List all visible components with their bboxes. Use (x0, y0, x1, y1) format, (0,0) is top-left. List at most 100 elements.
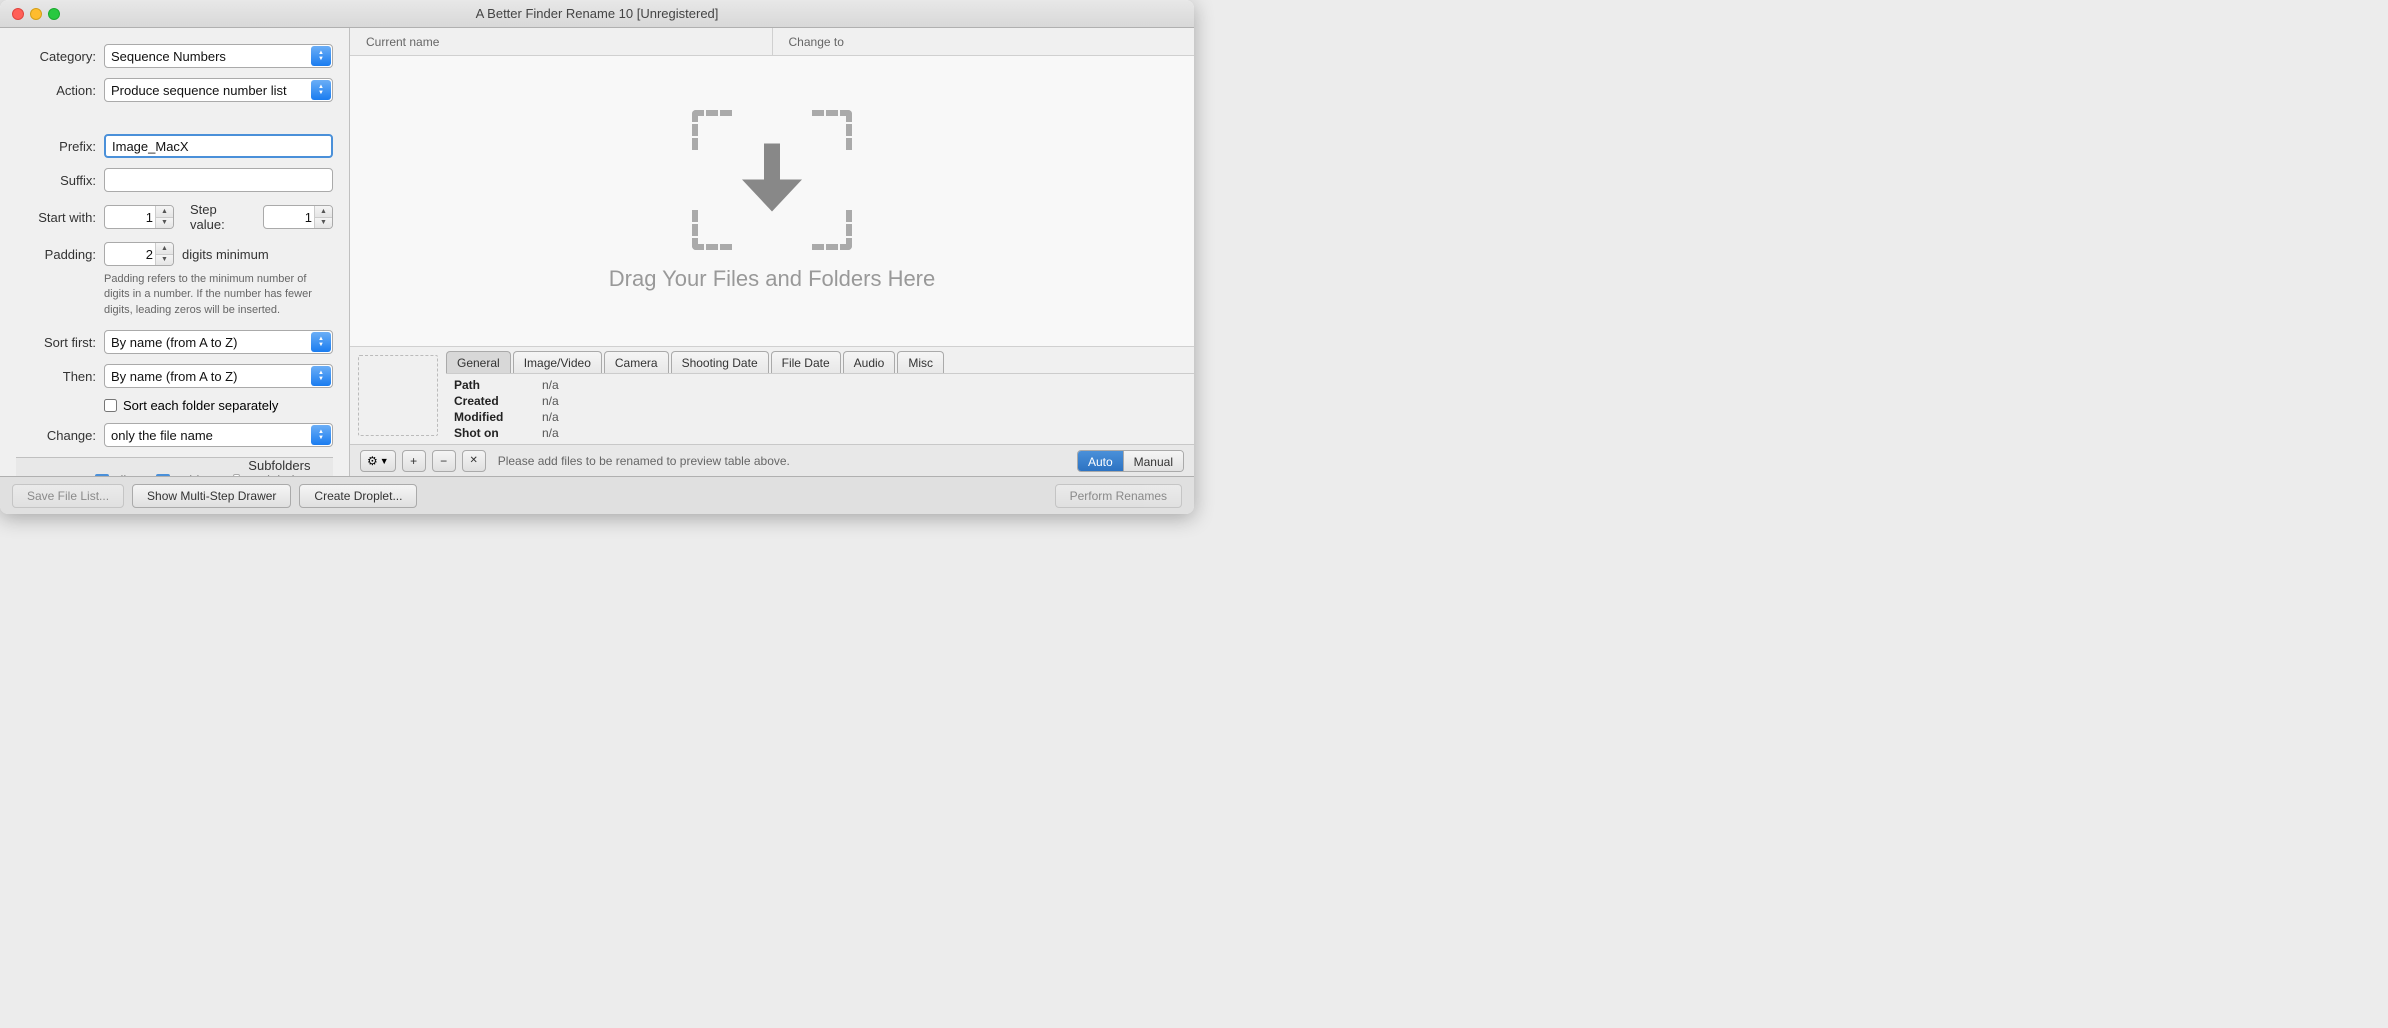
startwith-input-wrapper: ▲ ▼ (104, 205, 174, 229)
action-label: Action: (16, 83, 96, 98)
left-panel: Category: Sequence Numbers Action: Produ… (0, 28, 350, 476)
manual-button[interactable]: Manual (1124, 451, 1183, 472)
sort-first-select[interactable]: By name (from A to Z) (104, 330, 333, 354)
sort-each-checkbox[interactable] (104, 399, 117, 412)
bracket-bl-icon (692, 210, 732, 250)
auto-manual-toggle: Auto Manual (1077, 450, 1184, 472)
minimize-button[interactable] (30, 8, 42, 20)
process-bar: Process: ✓ Files ✓ Folders Subfolders an… (16, 457, 333, 476)
info-tabs-area: General Image/Video Camera Shooting Date… (446, 347, 1194, 444)
change-label: Change: (16, 428, 96, 443)
startwith-increment[interactable]: ▲ (156, 206, 173, 218)
bracket-tr-icon (812, 110, 852, 150)
step-decrement[interactable]: ▼ (315, 218, 332, 229)
col-current-name: Current name (350, 28, 773, 55)
window-title: A Better Finder Rename 10 [Unregistered] (476, 6, 719, 21)
preview-header: Current name Change to (350, 28, 1194, 56)
save-file-list-button[interactable]: Save File List... (12, 484, 124, 508)
field-modified-label: Modified (454, 410, 534, 424)
startwith-label: Start with: (16, 210, 96, 225)
tab-audio[interactable]: Audio (843, 351, 896, 373)
prefix-input[interactable] (104, 134, 333, 158)
startwith-stepper: ▲ ▼ (155, 206, 173, 228)
auto-button[interactable]: Auto (1078, 451, 1124, 472)
info-fields: Path n/a Created n/a Modified n/a Shot o… (446, 374, 1194, 444)
create-droplet-button[interactable]: Create Droplet... (299, 484, 417, 508)
subfolders-label: Subfolders and their contents (248, 458, 317, 476)
tab-image-video[interactable]: Image/Video (513, 351, 602, 373)
action-select-wrapper: Produce sequence number list (104, 78, 333, 102)
field-path-label: Path (454, 378, 534, 392)
info-tabs: General Image/Video Camera Shooting Date… (446, 347, 1194, 374)
category-select[interactable]: Sequence Numbers (104, 44, 333, 68)
step-stepper: ▲ ▼ (314, 206, 332, 228)
suffix-label: Suffix: (16, 173, 96, 188)
sort-first-label: Sort first: (16, 335, 96, 350)
suffix-row: Suffix: (16, 168, 333, 192)
maximize-button[interactable] (48, 8, 60, 20)
info-top: General Image/Video Camera Shooting Date… (350, 347, 1194, 444)
padding-increment[interactable]: ▲ (156, 243, 173, 255)
then-select-wrapper: By name (from A to Z) (104, 364, 333, 388)
gear-icon: ⚙ (367, 454, 378, 468)
close-button[interactable] (12, 8, 24, 20)
sort-each-row: Sort each folder separately (104, 398, 333, 413)
padding-label: Padding: (16, 247, 96, 262)
step-label: Step value: (190, 202, 255, 232)
padding-decrement[interactable]: ▼ (156, 255, 173, 266)
sort-each-label: Sort each folder separately (123, 398, 278, 413)
prefix-label: Prefix: (16, 139, 96, 154)
subfolders-check-group: Subfolders and their contents (233, 458, 317, 476)
drop-icon (692, 110, 852, 250)
tab-misc[interactable]: Misc (897, 351, 944, 373)
tab-file-date[interactable]: File Date (771, 351, 841, 373)
action-select[interactable]: Produce sequence number list (104, 78, 333, 102)
step-increment[interactable]: ▲ (315, 206, 332, 218)
padding-row: Padding: ▲ ▼ digits minimum (16, 242, 333, 266)
field-modified-value: n/a (542, 410, 1186, 424)
bracket-br-icon (812, 210, 852, 250)
remove-button[interactable]: − (432, 450, 456, 472)
padding-input-wrapper: ▲ ▼ (104, 242, 174, 266)
startwith-row: Start with: ▲ ▼ Step value: ▲ ▼ (16, 202, 333, 232)
traffic-lights (12, 8, 60, 20)
step-input-wrapper: ▲ ▼ (263, 205, 333, 229)
main-window: A Better Finder Rename 10 [Unregistered]… (0, 0, 1194, 514)
category-row: Category: Sequence Numbers (16, 44, 333, 68)
change-select-wrapper: only the file name (104, 423, 333, 447)
field-shoton-label: Shot on (454, 426, 534, 440)
change-select[interactable]: only the file name (104, 423, 333, 447)
drop-text: Drag Your Files and Folders Here (609, 266, 936, 292)
padding-unit: digits minimum (182, 247, 269, 262)
category-label: Category: (16, 49, 96, 64)
field-path-value: n/a (542, 378, 1186, 392)
toolbar-status: Please add files to be renamed to previe… (498, 454, 1071, 468)
right-panel: Current name Change to (350, 28, 1194, 476)
close-icon-button[interactable]: ✕ (462, 450, 486, 472)
startwith-decrement[interactable]: ▼ (156, 218, 173, 229)
titlebar: A Better Finder Rename 10 [Unregistered] (0, 0, 1194, 28)
then-select[interactable]: By name (from A to Z) (104, 364, 333, 388)
padding-stepper: ▲ ▼ (155, 243, 173, 265)
tab-general[interactable]: General (446, 351, 511, 373)
padding-note: Padding refers to the minimum number of … (104, 272, 333, 318)
change-row: Change: only the file name (16, 423, 333, 447)
prefix-row: Prefix: (16, 134, 333, 158)
footer-bar: Save File List... Show Multi-Step Drawer… (0, 476, 1194, 514)
add-button[interactable]: + (402, 450, 426, 472)
sort-first-select-wrapper: By name (from A to Z) (104, 330, 333, 354)
tab-shooting-date[interactable]: Shooting Date (671, 351, 769, 373)
action-row: Action: Produce sequence number list (16, 78, 333, 102)
drop-zone[interactable]: Drag Your Files and Folders Here (350, 56, 1194, 346)
gear-dropdown-icon: ▼ (380, 456, 389, 466)
show-multi-step-button[interactable]: Show Multi-Step Drawer (132, 484, 291, 508)
then-label: Then: (16, 369, 96, 384)
field-created-value: n/a (542, 394, 1186, 408)
info-panel: General Image/Video Camera Shooting Date… (350, 346, 1194, 476)
drop-arrow-icon (742, 144, 802, 217)
suffix-input[interactable] (104, 168, 333, 192)
then-row: Then: By name (from A to Z) (16, 364, 333, 388)
tab-camera[interactable]: Camera (604, 351, 669, 373)
perform-renames-button[interactable]: Perform Renames (1055, 484, 1182, 508)
gear-button[interactable]: ⚙ ▼ (360, 450, 396, 472)
